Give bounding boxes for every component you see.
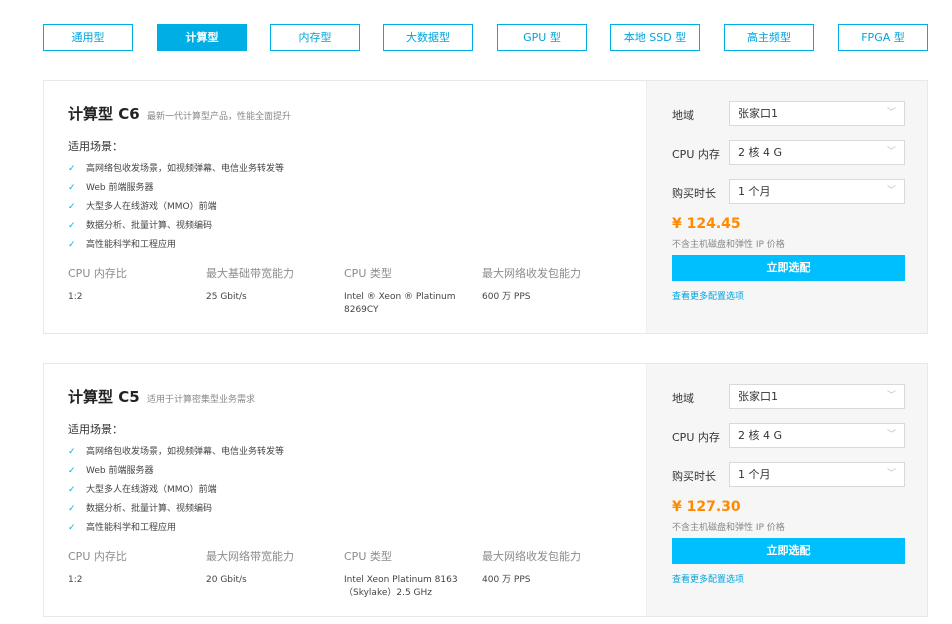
- scenario-list: ✓ 高网络包收发场景，如视频弹幕、电信业务转发等 ✓ Web 前端服务器 ✓ 大型多人…: [68, 160, 284, 255]
- tab-memory[interactable]: 内存型: [270, 24, 360, 51]
- price: ¥ 124.45: [672, 216, 741, 232]
- tab-gpu[interactable]: GPU 型: [497, 24, 587, 51]
- purchase-panel: 地域 张家口1 ﹀ CPU 内存 2 核 4 G ﹀ 购买时长 1 个月 ﹀ ¥ 12…: [646, 81, 927, 333]
- product-card-c5: 计算型 C5 适用于计算密集型业务需求 适用场景： ✓ 高网络包收发场景，如视频弹…: [43, 363, 928, 617]
- chevron-down-icon: ﹀: [886, 186, 896, 196]
- price: ¥ 127.30: [672, 499, 741, 515]
- chevron-down-icon: ﹀: [886, 469, 896, 479]
- tab-general[interactable]: 通用型: [43, 24, 133, 51]
- list-item: ✓ 大型多人在线游戏（MMO）前端: [68, 198, 284, 217]
- list-item: ✓ 高性能科学和工程应用: [68, 519, 284, 538]
- purchase-panel: 地域 张家口1 ﹀ CPU 内存 2 核 4 G ﹀ 购买时长 1 个月 ﹀ ¥ 12…: [646, 364, 927, 616]
- product-subtitle: 最新一代计算型产品，性能全面提升: [147, 112, 292, 122]
- region-select[interactable]: 张家口1 ﹀: [729, 101, 905, 126]
- check-icon: ✓: [68, 202, 76, 212]
- scenarios-label: 适用场景：: [68, 140, 123, 153]
- spec-pps: 最大网络收发包能力 400 万 PPS: [482, 550, 581, 585]
- region-select[interactable]: 张家口1 ﹀: [729, 384, 905, 409]
- chevron-down-icon: ﹀: [886, 147, 896, 157]
- list-item: ✓ 高网络包收发场景，如视频弹幕、电信业务转发等: [68, 160, 284, 179]
- more-options-link[interactable]: 查看更多配置选项: [672, 572, 744, 585]
- list-item: ✓ 数据分析、批量计算、视频编码: [68, 500, 284, 519]
- spec-cpu-memory-ratio: CPU 内存比 1:2: [68, 267, 127, 302]
- product-subtitle: 适用于计算密集型业务需求: [147, 395, 256, 405]
- spec-cpu-memory-ratio: CPU 内存比 1:2: [68, 550, 127, 585]
- tab-fpga[interactable]: FPGA 型: [838, 24, 928, 51]
- check-icon: ✓: [68, 221, 76, 231]
- check-icon: ✓: [68, 466, 76, 476]
- list-item: ✓ Web 前端服务器: [68, 179, 284, 198]
- tab-compute[interactable]: 计算型: [157, 24, 247, 51]
- scenarios-label: 适用场景：: [68, 423, 123, 436]
- spec-pps: 最大网络收发包能力 600 万 PPS: [482, 267, 581, 302]
- region-label: 地域: [672, 109, 694, 122]
- check-icon: ✓: [68, 240, 76, 250]
- duration-select[interactable]: 1 个月 ﹀: [729, 179, 905, 204]
- scenario-list: ✓ 高网络包收发场景，如视频弹幕、电信业务转发等 ✓ Web 前端服务器 ✓ 大型多人…: [68, 443, 284, 538]
- spec-bandwidth: 最大网络带宽能力 20 Gbit/s: [206, 550, 294, 585]
- product-info: 计算型 C5 适用于计算密集型业务需求 适用场景： ✓ 高网络包收发场景，如视频弹…: [44, 364, 646, 616]
- product-info: 计算型 C6 最新一代计算型产品，性能全面提升 适用场景： ✓ 高网络包收发场景，…: [44, 81, 646, 333]
- check-icon: ✓: [68, 523, 76, 533]
- list-item: ✓ Web 前端服务器: [68, 462, 284, 481]
- list-item: ✓ 高网络包收发场景，如视频弹幕、电信业务转发等: [68, 443, 284, 462]
- duration-label: 购买时长: [672, 187, 716, 200]
- check-icon: ✓: [68, 504, 76, 514]
- list-item: ✓ 高性能科学和工程应用: [68, 236, 284, 255]
- product-title: 计算型 C5: [68, 388, 140, 406]
- tab-local-ssd[interactable]: 本地 SSD 型: [610, 24, 700, 51]
- cpu-memory-select[interactable]: 2 核 4 G ﹀: [729, 140, 905, 165]
- cpu-memory-label: CPU 内存: [672, 431, 720, 444]
- duration-label: 购买时长: [672, 470, 716, 483]
- tab-big-data[interactable]: 大数据型: [383, 24, 473, 51]
- product-card-c6: 计算型 C6 最新一代计算型产品，性能全面提升 适用场景： ✓ 高网络包收发场景，…: [43, 80, 928, 334]
- duration-select[interactable]: 1 个月 ﹀: [729, 462, 905, 487]
- chevron-down-icon: ﹀: [886, 430, 896, 440]
- instance-type-tabs: 通用型 计算型 内存型 大数据型 GPU 型 本地 SSD 型 高主频型 FPG…: [43, 24, 928, 52]
- chevron-down-icon: ﹀: [886, 108, 896, 118]
- check-icon: ✓: [68, 485, 76, 495]
- check-icon: ✓: [68, 447, 76, 457]
- check-icon: ✓: [68, 183, 76, 193]
- spec-cpu-type: CPU 类型 Intel Xeon Platinum 8163（Skylake）…: [344, 550, 458, 598]
- cpu-memory-label: CPU 内存: [672, 148, 720, 161]
- configure-now-button[interactable]: 立即选配: [672, 538, 905, 564]
- list-item: ✓ 大型多人在线游戏（MMO）前端: [68, 481, 284, 500]
- chevron-down-icon: ﹀: [886, 391, 896, 401]
- list-item: ✓ 数据分析、批量计算、视频编码: [68, 217, 284, 236]
- spec-bandwidth: 最大基础带宽能力 25 Gbit/s: [206, 267, 294, 302]
- tab-high-frequency[interactable]: 高主频型: [724, 24, 814, 51]
- spec-cpu-type: CPU 类型 Intel ® Xeon ® Platinum 8269CY: [344, 267, 456, 315]
- price-note: 不含主机磁盘和弹性 IP 价格: [672, 240, 785, 250]
- check-icon: ✓: [68, 164, 76, 174]
- product-title: 计算型 C6: [68, 105, 140, 123]
- cpu-memory-select[interactable]: 2 核 4 G ﹀: [729, 423, 905, 448]
- price-note: 不含主机磁盘和弹性 IP 价格: [672, 523, 785, 533]
- configure-now-button[interactable]: 立即选配: [672, 255, 905, 281]
- region-label: 地域: [672, 392, 694, 405]
- more-options-link[interactable]: 查看更多配置选项: [672, 289, 744, 302]
